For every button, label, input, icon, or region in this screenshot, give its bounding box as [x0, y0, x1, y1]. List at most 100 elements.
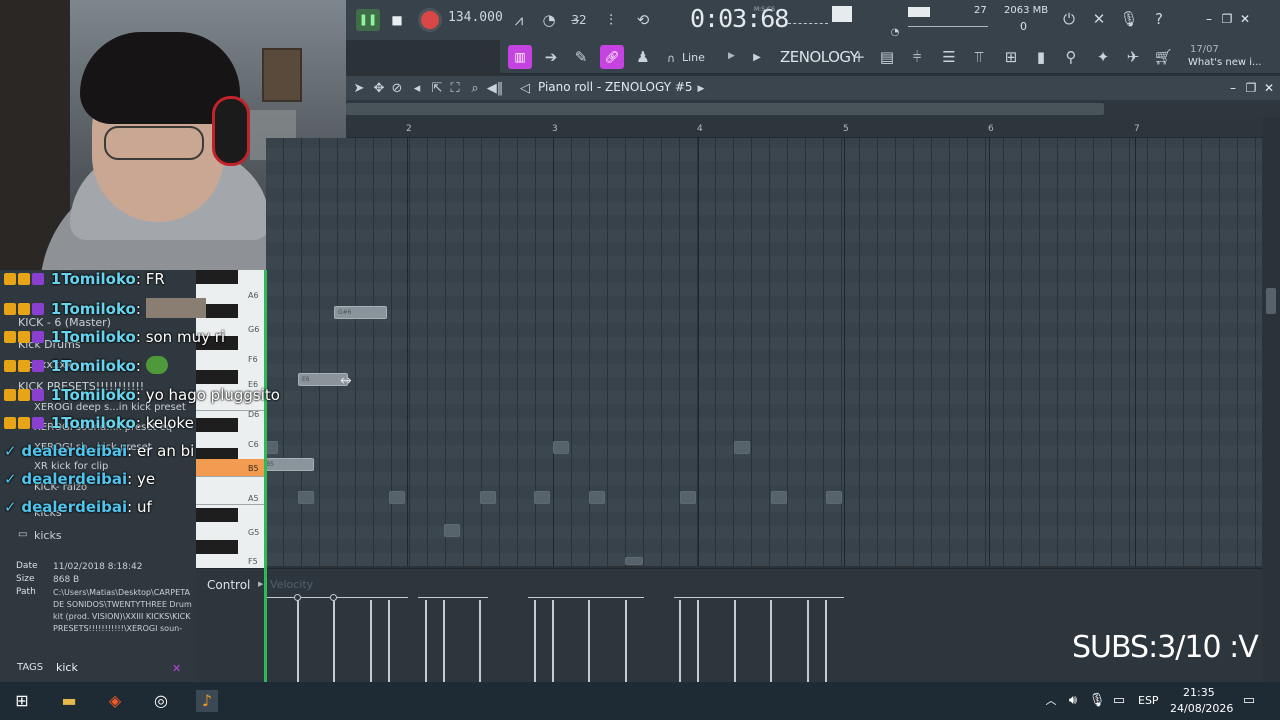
- chat-message: 1Tomiloko: yo hago pluggsito: [4, 386, 280, 404]
- browser-tree-icon[interactable]: ⊞: [1000, 46, 1022, 68]
- volume-icon[interactable]: 🔊︎: [1062, 690, 1084, 712]
- fl-studio-icon[interactable]: ♪: [196, 690, 218, 712]
- loop-record-icon[interactable]: ⟲: [632, 9, 654, 31]
- black-key[interactable]: [196, 270, 238, 284]
- faders-icon[interactable]: ⫪: [968, 46, 990, 68]
- windows-start-icon[interactable]: ⊞: [11, 690, 33, 712]
- shop-icon[interactable]: 🛒︎: [1152, 46, 1174, 68]
- delete-tool-icon[interactable]: ⊘: [386, 78, 408, 100]
- velocity-handle[interactable]: [294, 594, 301, 601]
- piano-roll-shortcut-icon[interactable]: ▥: [508, 45, 532, 69]
- microphone-icon[interactable]: 🎙︎: [1118, 8, 1140, 30]
- tags-value[interactable]: kick: [56, 661, 78, 674]
- close-icon[interactable]: ✕: [1234, 8, 1256, 30]
- note[interactable]: B5: [262, 458, 314, 471]
- black-key[interactable]: [196, 370, 238, 384]
- tools-icon[interactable]: ✕: [1088, 8, 1110, 30]
- record-button[interactable]: [418, 8, 442, 32]
- velocity-bar[interactable]: [552, 600, 554, 682]
- tempo-display[interactable]: 134.000: [448, 10, 503, 30]
- magnet-icon[interactable]: ∩: [660, 48, 682, 70]
- tempo-tap-icon[interactable]: ✦: [1092, 46, 1114, 68]
- velocity-bar[interactable]: [297, 600, 299, 682]
- step-edit-icon[interactable]: ⫶: [600, 9, 622, 31]
- language-indicator[interactable]: ESP: [1138, 694, 1159, 707]
- arrow-right-icon[interactable]: ➔: [540, 46, 562, 68]
- menu-arrow-icon[interactable]: ➤: [348, 78, 370, 100]
- control-selector[interactable]: Control: [207, 578, 250, 592]
- chevron-right-icon[interactable]: ▶: [728, 51, 735, 61]
- news-link[interactable]: What's new i...: [1188, 57, 1262, 68]
- velocity-bar[interactable]: [588, 600, 590, 682]
- playhead[interactable]: [264, 270, 267, 682]
- brave-browser-icon[interactable]: ◈: [104, 690, 126, 712]
- playlist-icon[interactable]: ▤: [876, 46, 898, 68]
- select-tool-icon[interactable]: ⛶: [444, 78, 466, 100]
- velocity-bar[interactable]: [770, 600, 772, 682]
- obs-icon[interactable]: ◎: [150, 690, 172, 712]
- chevron-up-icon[interactable]: ︿: [1040, 690, 1062, 712]
- velocity-bar[interactable]: [425, 600, 427, 682]
- wait-input-icon[interactable]: ◔: [538, 9, 560, 31]
- folder-icon: ▭: [18, 529, 28, 540]
- velocity-bar[interactable]: [734, 600, 736, 682]
- link-icon[interactable]: 🔗︎: [600, 45, 624, 69]
- snap-selector[interactable]: Line: [682, 51, 705, 64]
- velocity-bar[interactable]: [697, 600, 699, 682]
- pr-close-icon[interactable]: ✕: [1258, 77, 1280, 99]
- browser-item[interactable]: kicks: [34, 529, 62, 542]
- velocity-bar[interactable]: [443, 600, 445, 682]
- timeline-ruler[interactable]: [346, 118, 1262, 138]
- piano-keyboard[interactable]: A6 G6 F6 E6 D6 C6 B5 A5 G5 F5: [196, 270, 266, 568]
- channel-rack-icon[interactable]: ☰: [938, 46, 960, 68]
- speaker-icon[interactable]: ◁: [514, 78, 536, 100]
- countdown-icon[interactable]: 3̶2: [568, 9, 590, 31]
- microphone-tray-icon[interactable]: 🎙︎: [1086, 690, 1108, 712]
- black-key[interactable]: [196, 508, 238, 522]
- file-explorer-icon[interactable]: ▬: [58, 690, 80, 712]
- plugin-name[interactable]: ZENOLOGY: [780, 48, 859, 66]
- vscroll-thumb[interactable]: [1266, 288, 1276, 314]
- velocity-bar[interactable]: [825, 600, 827, 682]
- notifications-icon[interactable]: ▭: [1238, 690, 1260, 712]
- title-chevron-icon[interactable]: ▶: [690, 78, 712, 100]
- clock-date[interactable]: 24/08/2026: [1170, 702, 1233, 715]
- control-chevron-icon[interactable]: ▶: [258, 580, 263, 588]
- black-key[interactable]: [196, 540, 238, 554]
- play-arrow-icon[interactable]: ▶: [746, 47, 768, 69]
- velocity-bar[interactable]: [333, 600, 335, 682]
- mixer-icon[interactable]: ⫩: [906, 46, 928, 68]
- horizontal-scrollbar[interactable]: [346, 100, 1280, 118]
- plugin-icon[interactable]: ⚲: [1060, 46, 1082, 68]
- vertical-scrollbar[interactable]: [1262, 118, 1280, 568]
- pause-button[interactable]: ❚❚: [356, 9, 380, 31]
- stop-button[interactable]: ■: [386, 9, 408, 31]
- velocity-handle[interactable]: [330, 594, 337, 601]
- velocity-bar[interactable]: [625, 600, 627, 682]
- file-icon[interactable]: ▮: [1030, 46, 1052, 68]
- velocity-bar[interactable]: [370, 600, 372, 682]
- help-icon[interactable]: ?: [1148, 8, 1170, 30]
- clear-tags-icon[interactable]: ✕: [172, 662, 181, 675]
- stamp-icon[interactable]: ♟: [632, 46, 654, 68]
- mute-tool-icon[interactable]: ◂: [406, 78, 428, 100]
- clock-time[interactable]: 21:35: [1183, 686, 1215, 699]
- note[interactable]: G#6: [334, 306, 387, 319]
- bits-badge-icon: [18, 273, 30, 285]
- add-icon[interactable]: +: [848, 46, 870, 68]
- velocity-bar[interactable]: [534, 600, 536, 682]
- pencil-icon[interactable]: ✎: [570, 46, 592, 68]
- velocity-bar[interactable]: [807, 600, 809, 682]
- velocity-bar[interactable]: [479, 600, 481, 682]
- zoom-tool-icon[interactable]: ⌕: [464, 78, 486, 100]
- velocity-bar[interactable]: [388, 600, 390, 682]
- scroll-thumb[interactable]: [346, 103, 1104, 115]
- playback-tool-icon[interactable]: ◀‖: [484, 78, 506, 100]
- black-key[interactable]: [196, 418, 238, 432]
- velocity-bar[interactable]: [679, 600, 681, 682]
- metronome-icon[interactable]: ⩘: [508, 9, 530, 31]
- network-icon[interactable]: ▭: [1108, 690, 1130, 712]
- power-icon[interactable]: ⏻: [1058, 8, 1080, 30]
- wand-icon[interactable]: ✈: [1122, 46, 1144, 68]
- note-grid[interactable]: [266, 138, 1262, 566]
